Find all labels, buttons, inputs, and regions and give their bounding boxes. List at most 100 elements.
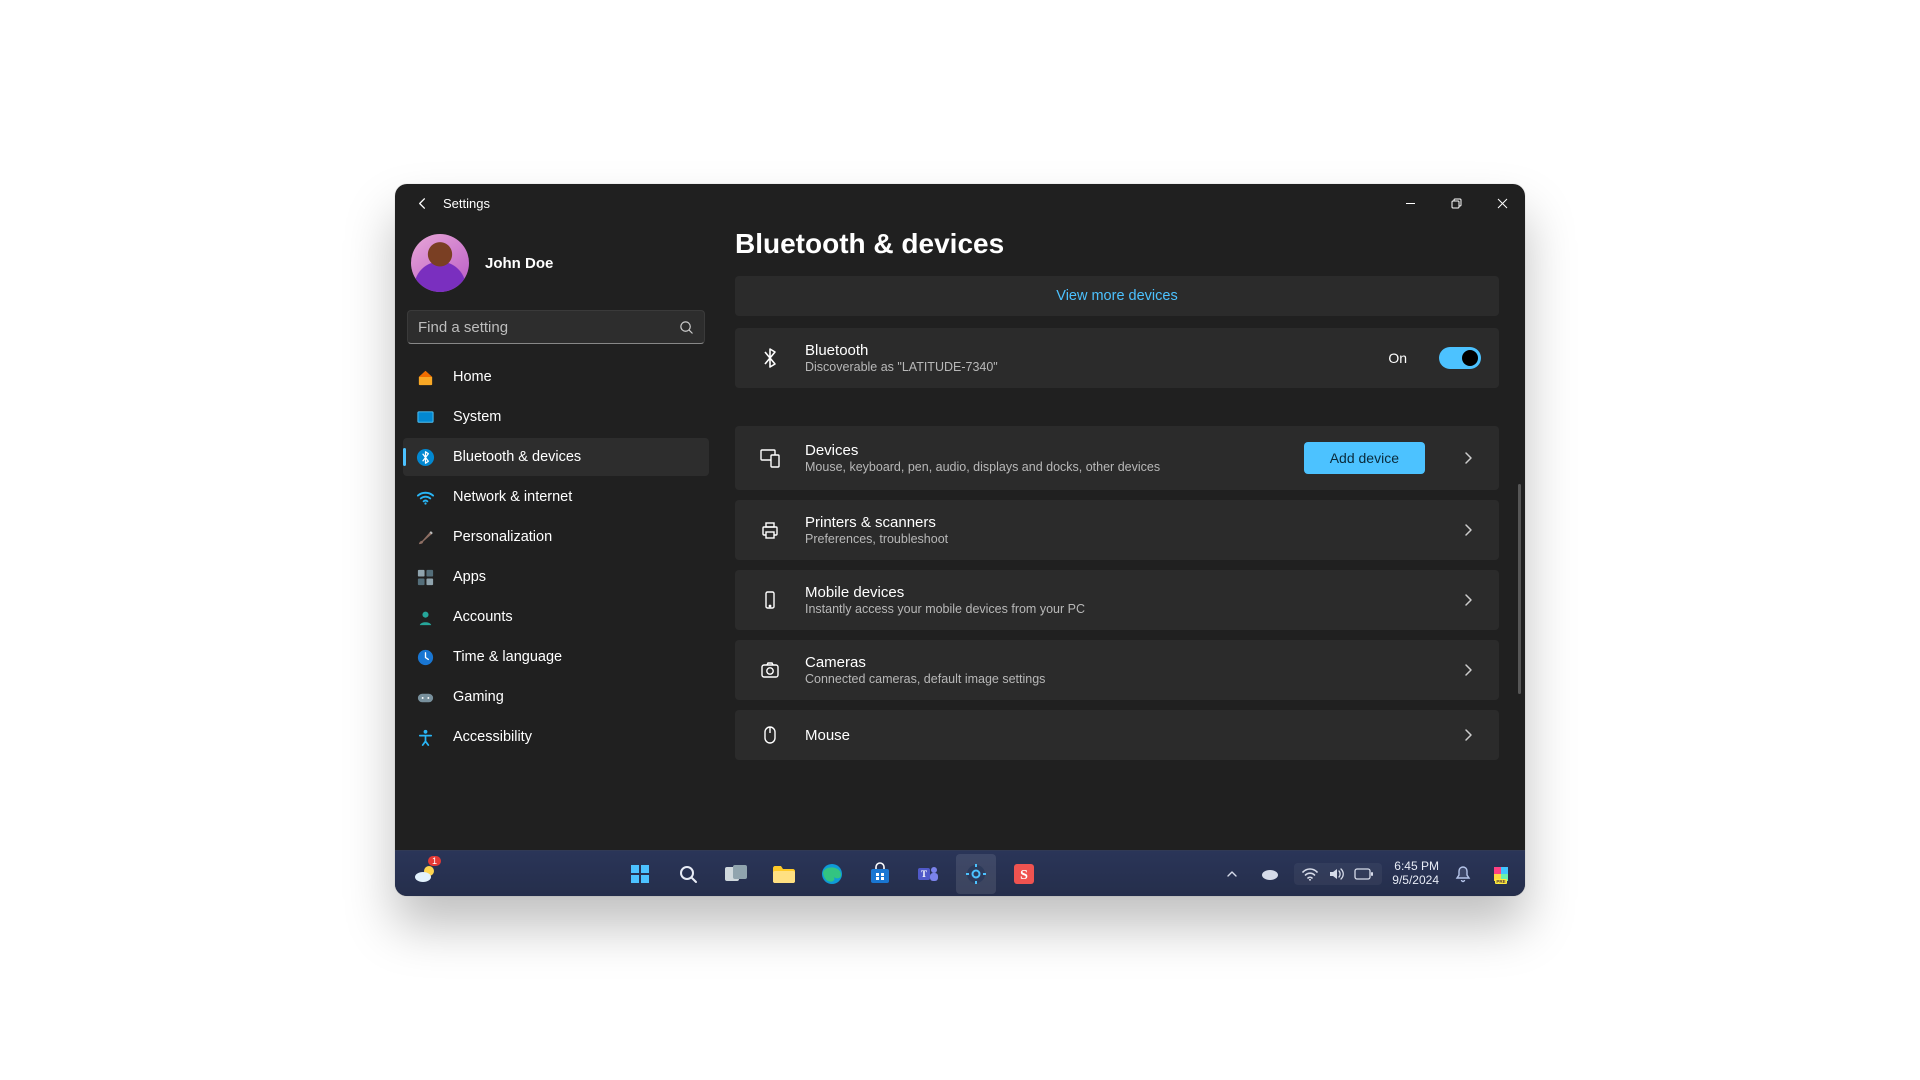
apps-icon: [415, 567, 435, 587]
cameras-row[interactable]: Cameras Connected cameras, default image…: [735, 640, 1499, 700]
bluetooth-icon: [415, 447, 435, 467]
settings-window: Settings John Doe: [395, 184, 1525, 896]
sidebar-item-label: System: [453, 409, 501, 425]
taskbar-clock[interactable]: 6:45 PM 9/5/2024: [1392, 860, 1439, 888]
gamepad-icon: [415, 687, 435, 707]
taskbar-edge[interactable]: [812, 854, 852, 894]
wifi-icon: [415, 487, 435, 507]
sidebar-item-personalization[interactable]: Personalization: [403, 518, 709, 556]
search-input[interactable]: [418, 319, 679, 336]
taskbar-snagit[interactable]: S: [1004, 854, 1044, 894]
bluetooth-toggle[interactable]: [1439, 347, 1481, 369]
sidebar: John Doe Home System: [395, 222, 717, 850]
user-profile[interactable]: John Doe: [403, 222, 709, 310]
monitor-icon: [415, 407, 435, 427]
bluetooth-icon: [757, 346, 783, 370]
teams-icon: T: [916, 862, 940, 886]
taskbar-teams[interactable]: T: [908, 854, 948, 894]
tray-onedrive[interactable]: [1256, 854, 1284, 894]
page-title: Bluetooth & devices: [735, 228, 1499, 260]
folder-icon: [771, 863, 797, 885]
windows-icon: [628, 862, 652, 886]
svg-text:S: S: [1020, 868, 1028, 883]
cloud-icon: [1261, 867, 1279, 881]
view-more-devices-link[interactable]: View more devices: [735, 276, 1499, 316]
copilot-button[interactable]: PRE: [1487, 854, 1515, 894]
devices-row[interactable]: Devices Mouse, keyboard, pen, audio, dis…: [735, 426, 1499, 490]
bluetooth-subtitle: Discoverable as "LATITUDE-7340": [805, 360, 1366, 374]
chevron-right-icon[interactable]: [1455, 523, 1481, 537]
window-body: John Doe Home System: [395, 222, 1525, 850]
sidebar-item-gaming[interactable]: Gaming: [403, 678, 709, 716]
sidebar-item-label: Accounts: [453, 609, 513, 625]
devices-icon: [757, 447, 783, 469]
mobile-devices-row[interactable]: Mobile devices Instantly access your mob…: [735, 570, 1499, 630]
minimize-button[interactable]: [1387, 184, 1433, 222]
sidebar-item-home[interactable]: Home: [403, 358, 709, 396]
row-title: Cameras: [805, 654, 1433, 671]
paintbrush-icon: [415, 527, 435, 547]
edge-icon: [820, 862, 844, 886]
camera-icon: [757, 659, 783, 681]
mouse-row[interactable]: Mouse: [735, 710, 1499, 760]
content-area: Bluetooth & devices View more devices Bl…: [717, 222, 1525, 850]
window-title: Settings: [443, 196, 490, 211]
phone-icon: [757, 589, 783, 611]
back-button[interactable]: [407, 196, 437, 211]
taskview-icon: [724, 864, 748, 884]
window-controls: [1387, 184, 1525, 222]
taskbar-start[interactable]: [620, 854, 660, 894]
taskbar-taskview[interactable]: [716, 854, 756, 894]
taskbar-search[interactable]: [668, 854, 708, 894]
search-box[interactable]: [407, 310, 705, 344]
wifi-icon: [1302, 867, 1318, 881]
chevron-right-icon[interactable]: [1455, 663, 1481, 677]
svg-text:T: T: [921, 869, 927, 879]
taskbar-explorer[interactable]: [764, 854, 804, 894]
bluetooth-state-label: On: [1388, 350, 1407, 366]
scrollbar[interactable]: [1518, 484, 1521, 694]
tray-overflow[interactable]: [1218, 854, 1246, 894]
maximize-icon: [1451, 198, 1462, 209]
sidebar-item-label: Accessibility: [453, 729, 532, 745]
sidebar-item-label: Time & language: [453, 649, 562, 665]
snagit-icon: S: [1012, 862, 1036, 886]
bluetooth-title: Bluetooth: [805, 342, 1366, 359]
chevron-right-icon[interactable]: [1455, 451, 1481, 465]
svg-text:PRE: PRE: [1496, 879, 1505, 884]
maximize-button[interactable]: [1433, 184, 1479, 222]
system-tray[interactable]: [1294, 863, 1382, 885]
bluetooth-master-row: Bluetooth Discoverable as "LATITUDE-7340…: [735, 328, 1499, 388]
taskbar: 1 T: [395, 850, 1525, 896]
sidebar-item-time-language[interactable]: Time & language: [403, 638, 709, 676]
chevron-right-icon[interactable]: [1455, 593, 1481, 607]
copilot-icon: PRE: [1490, 863, 1512, 885]
taskbar-settings[interactable]: [956, 854, 996, 894]
sidebar-item-accounts[interactable]: Accounts: [403, 598, 709, 636]
sidebar-item-system[interactable]: System: [403, 398, 709, 436]
sidebar-item-bluetooth-devices[interactable]: Bluetooth & devices: [403, 438, 709, 476]
chevron-right-icon[interactable]: [1455, 728, 1481, 742]
taskbar-store[interactable]: [860, 854, 900, 894]
sidebar-item-apps[interactable]: Apps: [403, 558, 709, 596]
row-sub: Instantly access your mobile devices fro…: [805, 602, 1433, 616]
sidebar-item-label: Bluetooth & devices: [453, 449, 581, 465]
row-sub: Preferences, troubleshoot: [805, 532, 1433, 546]
close-icon: [1497, 198, 1508, 209]
notifications-button[interactable]: [1449, 854, 1477, 894]
accessibility-icon: [415, 727, 435, 747]
printer-icon: [757, 519, 783, 541]
bell-icon: [1455, 865, 1471, 883]
taskbar-weather[interactable]: 1: [405, 854, 445, 894]
printers-scanners-row[interactable]: Printers & scanners Preferences, trouble…: [735, 500, 1499, 560]
row-title: Devices: [805, 442, 1282, 459]
row-sub: Connected cameras, default image setting…: [805, 672, 1433, 686]
sidebar-item-accessibility[interactable]: Accessibility: [403, 718, 709, 756]
add-device-button[interactable]: Add device: [1304, 442, 1425, 474]
sidebar-item-network[interactable]: Network & internet: [403, 478, 709, 516]
user-name: John Doe: [485, 255, 553, 272]
close-button[interactable]: [1479, 184, 1525, 222]
titlebar: Settings: [395, 184, 1525, 222]
clock-globe-icon: [415, 647, 435, 667]
row-sub: Mouse, keyboard, pen, audio, displays an…: [805, 460, 1282, 474]
